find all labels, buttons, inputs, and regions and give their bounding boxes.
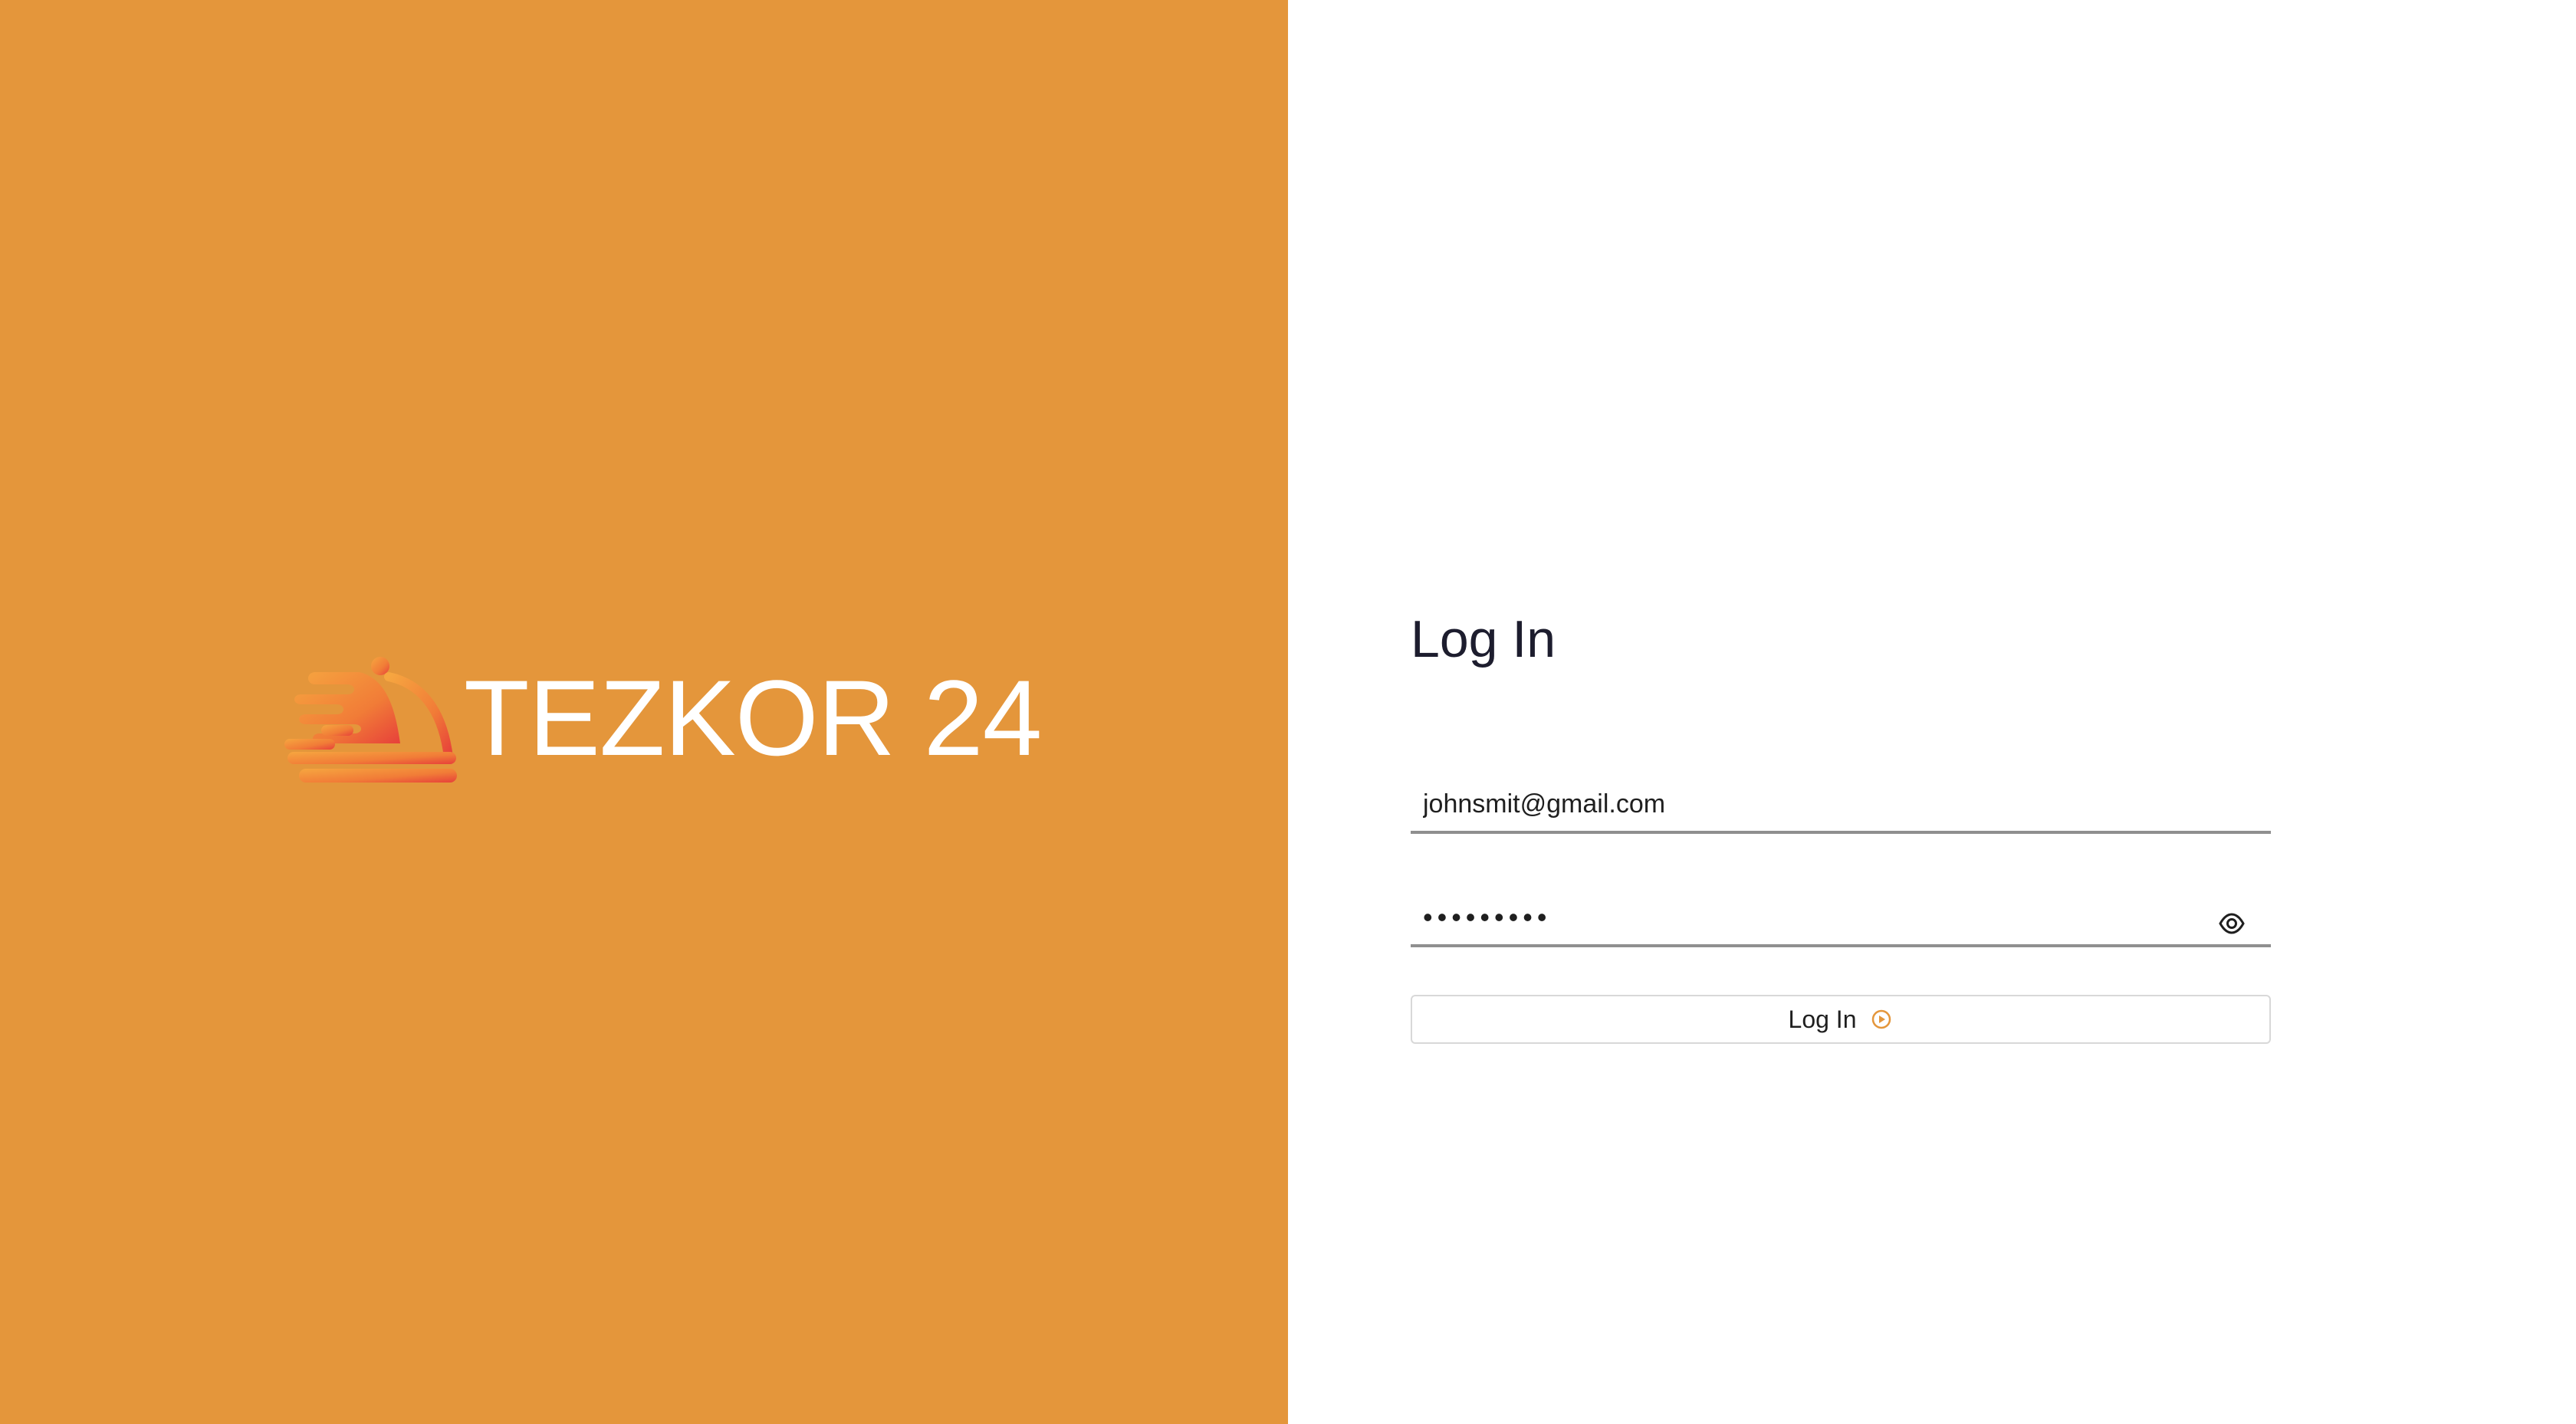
brand-name: TEZKOR 24	[464, 658, 1042, 778]
email-field[interactable]	[1411, 777, 2271, 834]
login-button[interactable]: Log In	[1411, 995, 2271, 1044]
eye-icon[interactable]	[2216, 907, 2248, 940]
password-field[interactable]	[1411, 891, 2271, 947]
email-input[interactable]	[1411, 777, 2271, 831]
food-delivery-cloche-icon	[284, 657, 457, 783]
login-page: TEZKOR 24 Log In Log In	[0, 0, 2576, 1424]
play-circle-icon	[1870, 1008, 1893, 1031]
login-title: Log In	[1411, 610, 1556, 668]
brand-panel: TEZKOR 24	[0, 0, 1288, 1424]
login-button-label: Log In	[1788, 1005, 1857, 1033]
login-panel: Log In Log In	[1288, 0, 2576, 1424]
brand-lockup: TEZKOR 24	[278, 653, 1042, 783]
password-input[interactable]	[1411, 891, 2271, 944]
